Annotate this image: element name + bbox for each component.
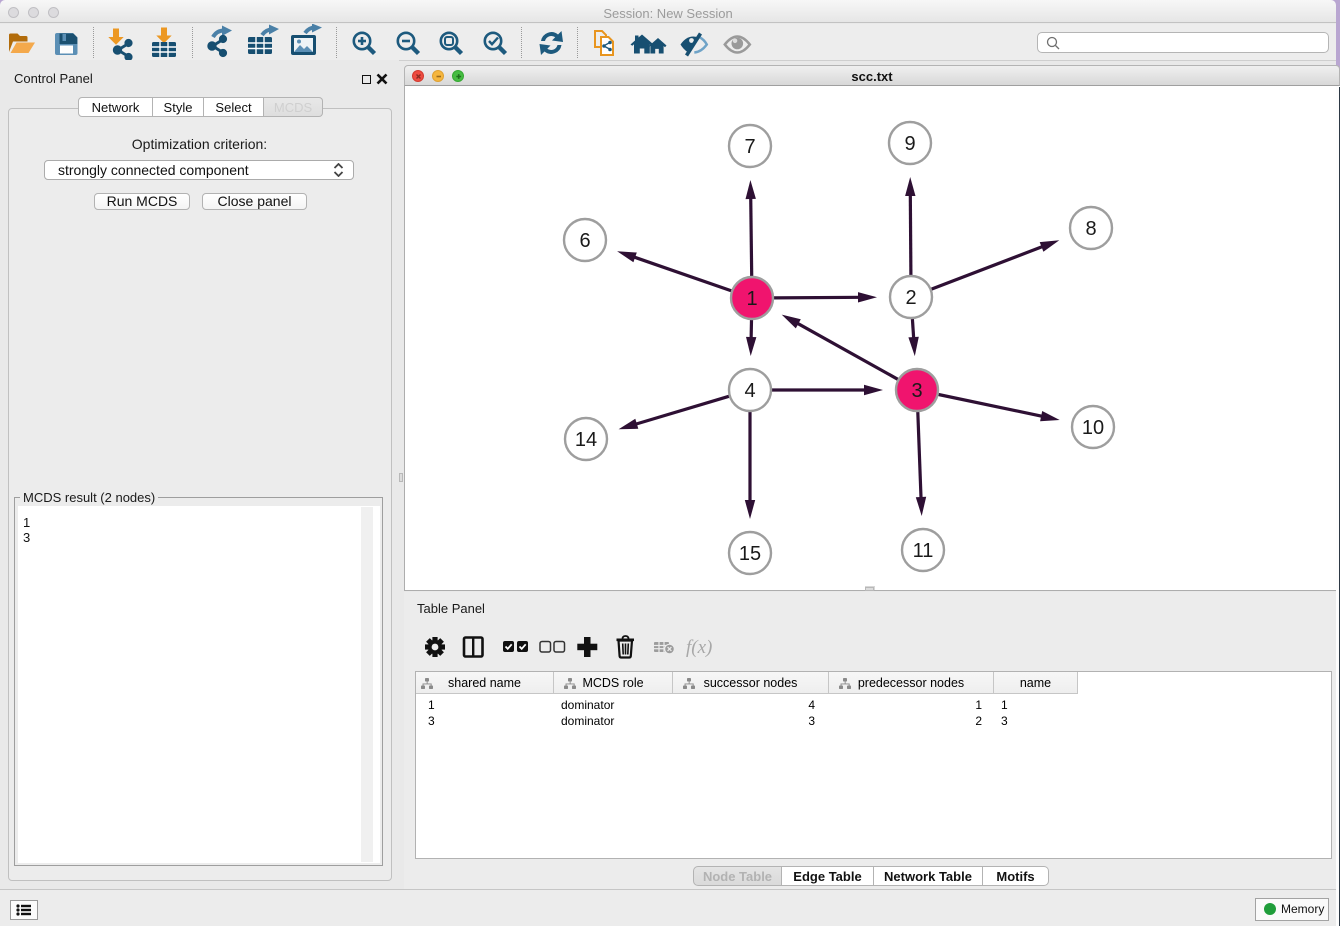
svg-text:f(x): f(x) xyxy=(686,637,712,658)
svg-text:15: 15 xyxy=(739,543,761,565)
svg-text:4: 4 xyxy=(744,380,755,402)
svg-text:7: 7 xyxy=(744,136,755,158)
svg-text:6: 6 xyxy=(579,230,590,252)
svg-text:2: 2 xyxy=(905,287,916,309)
svg-text:11: 11 xyxy=(913,540,934,562)
svg-text:8: 8 xyxy=(1085,218,1096,240)
svg-text:9: 9 xyxy=(904,133,915,155)
svg-text:10: 10 xyxy=(1082,417,1104,439)
svg-text:3: 3 xyxy=(911,380,922,402)
svg-text:14: 14 xyxy=(575,429,597,451)
svg-text:1: 1 xyxy=(746,288,757,310)
